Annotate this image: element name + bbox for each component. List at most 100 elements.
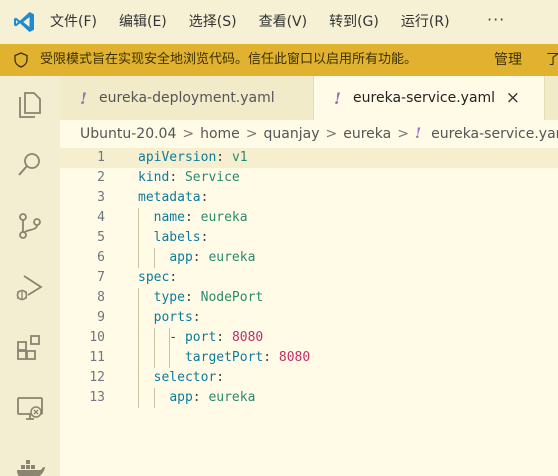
- menu-selection[interactable]: 选择(S): [189, 0, 237, 44]
- run-debug-icon[interactable]: [14, 272, 46, 304]
- shield-icon: [14, 52, 28, 68]
- menu-run[interactable]: 运行(R): [401, 0, 450, 44]
- code-line[interactable]: 1 apiVersion: v1: [60, 148, 558, 168]
- yaml-string: NodePort: [200, 290, 264, 305]
- line-number: 7: [97, 270, 105, 285]
- yaml-key: app: [169, 390, 193, 405]
- yaml-punct: :: [200, 190, 209, 205]
- source-control-icon[interactable]: [14, 210, 46, 242]
- breadcrumb-item[interactable]: quanjay: [264, 126, 320, 142]
- code-text: apiVersion: v1: [138, 148, 248, 168]
- code-text: ports:: [138, 308, 201, 328]
- yaml-punct: :: [216, 150, 232, 165]
- yaml-punct: [138, 210, 154, 225]
- code-text: selector:: [138, 368, 224, 388]
- chevron-right-icon: >: [397, 126, 409, 142]
- yaml-key: selector: [153, 370, 217, 385]
- menu-edit[interactable]: 编辑(E): [119, 0, 167, 44]
- breadcrumb-item[interactable]: eureka: [343, 126, 391, 142]
- code-line[interactable]: 12 selector:: [60, 368, 558, 388]
- indent-guide: [153, 348, 155, 368]
- indent-guide: [138, 208, 139, 228]
- vscode-logo-icon: [14, 12, 34, 32]
- breadcrumb: Ubuntu-20.04 > home > quanjay > eureka >…: [60, 120, 558, 148]
- code-line[interactable]: 13 app: eureka: [60, 388, 558, 408]
- code-line[interactable]: 3 metadata:: [60, 188, 558, 208]
- tab-eureka-deployment[interactable]: ! eureka-deployment.yaml: [60, 76, 314, 120]
- breadcrumb-item[interactable]: eureka-service.yaml: [431, 126, 558, 142]
- line-number: 10: [89, 330, 105, 345]
- code-line[interactable]: 5 labels:: [60, 228, 558, 248]
- line-number: 12: [89, 370, 105, 385]
- code-editor[interactable]: 1 apiVersion: v1 2 kind: Service 3 metadata: 4…: [60, 148, 558, 476]
- banner-manage-link[interactable]: 管理: [494, 44, 522, 76]
- indent-guide: [138, 348, 139, 368]
- code-line[interactable]: 8 type: NodePort: [60, 288, 558, 308]
- line-number: 4: [97, 210, 105, 225]
- yaml-string: eureka: [208, 390, 256, 405]
- menu-view[interactable]: 查看(V): [259, 0, 308, 44]
- indent-guide: [138, 368, 139, 388]
- yaml-punct: :: [169, 170, 185, 185]
- line-number: 6: [97, 250, 105, 265]
- search-icon[interactable]: [14, 148, 46, 180]
- tab-eureka-service[interactable]: ! eureka-service.yaml ×: [314, 76, 558, 120]
- indent-guide: [138, 248, 139, 268]
- code-line[interactable]: 4 name: eureka: [60, 208, 558, 228]
- code-line[interactable]: 10 - port: 8080: [60, 328, 558, 348]
- code-line[interactable]: 7 spec:: [60, 268, 558, 288]
- code-line[interactable]: 6 app: eureka: [60, 248, 558, 268]
- yaml-key: name: [153, 210, 185, 225]
- yaml-punct: :: [192, 250, 209, 265]
- code-text: type: NodePort: [138, 288, 264, 308]
- yaml-key: labels: [153, 230, 201, 245]
- banner-message: 受限模式旨在实现安全地浏览代码。信任此窗口以启用所有功能。: [40, 52, 418, 67]
- code-text: - port: 8080: [138, 328, 263, 348]
- indent-guide: [169, 348, 171, 368]
- yaml-punct: :: [192, 310, 201, 325]
- yaml-punct: :: [200, 230, 209, 245]
- code-line[interactable]: 11 targetPort: 8080: [60, 348, 558, 368]
- breadcrumb-item[interactable]: Ubuntu-20.04: [80, 126, 176, 142]
- code-line[interactable]: 9 ports:: [60, 308, 558, 328]
- code-line[interactable]: 2 kind: Service: [60, 168, 558, 188]
- breadcrumb-item[interactable]: home: [200, 126, 240, 142]
- docker-icon[interactable]: [14, 452, 46, 476]
- line-number: 8: [97, 290, 105, 305]
- menu-more-icon[interactable]: ···: [487, 0, 505, 44]
- menu-go[interactable]: 转到(G): [329, 0, 379, 44]
- line-number: 11: [89, 350, 105, 365]
- tab-label: eureka-deployment.yaml: [99, 90, 275, 106]
- indent-guide: [138, 388, 139, 408]
- code-text: labels:: [138, 228, 209, 248]
- yaml-punct: [138, 370, 154, 385]
- remote-explorer-icon[interactable]: [14, 392, 46, 424]
- yaml-punct: :: [216, 370, 225, 385]
- yaml-punct: :: [216, 330, 232, 345]
- line-number: 1: [97, 150, 105, 165]
- code-text: name: eureka: [138, 208, 248, 228]
- code-text: spec:: [138, 268, 177, 288]
- code-text: kind: Service: [138, 168, 240, 188]
- line-number: 5: [97, 230, 105, 245]
- banner-learn-more-link[interactable]: 了: [546, 44, 558, 76]
- yaml-punct: [138, 310, 154, 325]
- explorer-icon[interactable]: [14, 88, 46, 120]
- menu-file[interactable]: 文件(F): [50, 0, 97, 44]
- code-text: app: eureka: [138, 388, 255, 408]
- indent-guide: [169, 328, 171, 348]
- restricted-mode-banner: 受限模式旨在实现安全地浏览代码。信任此窗口以启用所有功能。 管理 了: [0, 44, 558, 76]
- line-number: 13: [89, 390, 105, 405]
- extensions-icon[interactable]: [14, 332, 46, 364]
- indent-guide: [138, 288, 139, 308]
- close-icon[interactable]: ×: [506, 76, 520, 120]
- yaml-file-icon: !: [414, 126, 422, 142]
- yaml-key: apiVersion: [138, 150, 217, 165]
- yaml-file-icon: !: [334, 88, 342, 108]
- chevron-right-icon: >: [245, 126, 258, 142]
- yaml-key: port: [184, 330, 217, 345]
- yaml-string: eureka: [208, 250, 256, 265]
- yaml-punct: :: [192, 390, 209, 405]
- yaml-number: 8080: [231, 330, 264, 345]
- indent-guide: [153, 388, 155, 408]
